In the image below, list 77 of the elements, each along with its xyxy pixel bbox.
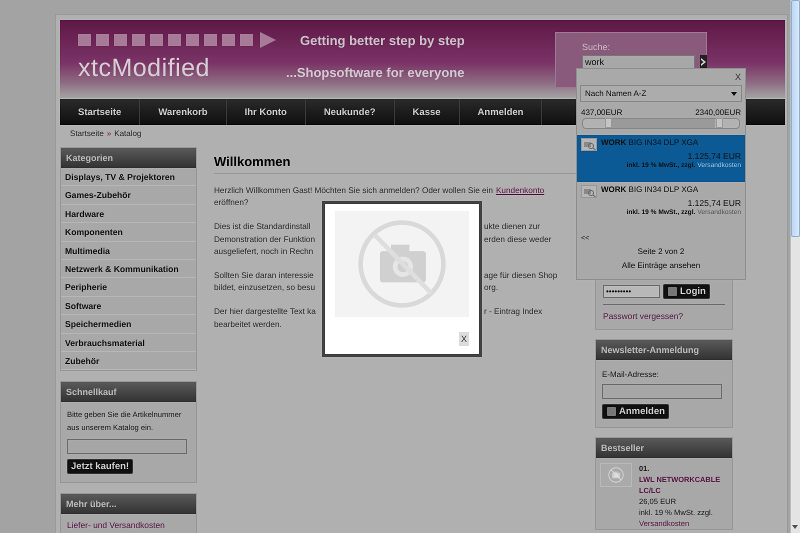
nav-link[interactable]: Warenkorb xyxy=(140,99,227,125)
category-link[interactable]: Peripherie xyxy=(61,278,196,297)
category-link[interactable]: Speichermedien xyxy=(61,315,196,334)
text-line: Demonstration der Funktion xyxy=(214,234,316,244)
steps-logo-icon xyxy=(78,32,278,48)
password-field[interactable]: ••••••••• xyxy=(603,285,660,298)
category-link[interactable]: Games-Zubehör xyxy=(61,186,196,205)
text-line: ausgeliefert, noch in Rechn xyxy=(214,247,314,256)
no-photo-icon xyxy=(608,467,624,483)
result-price: 1.125,74 EUR xyxy=(688,151,741,161)
nav-link[interactable]: Anmelden xyxy=(460,99,542,125)
text-line: Der hier dargestellte Text ka xyxy=(214,306,317,316)
result-name: WORK BIG IN34 DLP XGA xyxy=(601,185,700,194)
email-field[interactable] xyxy=(602,384,722,399)
nav-link[interactable]: Neukunde? xyxy=(306,99,395,125)
text-line: org. xyxy=(484,283,498,292)
max-price: 2340,00EUR xyxy=(695,108,741,117)
text-line: erden diese weder xyxy=(484,234,552,244)
category-link[interactable]: Komponenten xyxy=(61,223,196,242)
box-title: Newsletter-Anmeldung xyxy=(596,340,732,360)
result-name: WORK BIG IN34 DLP XGA xyxy=(601,138,700,147)
box-title: Kategorien xyxy=(61,148,196,168)
category-link[interactable]: Netzwerk & Kommunikation xyxy=(61,260,196,278)
info-link[interactable]: Liefer- und Versandkosten xyxy=(67,520,165,530)
category-link[interactable]: Verbrauchsmaterial xyxy=(61,334,196,352)
product-thumbnail-icon xyxy=(581,138,597,151)
text-line: Dies ist die Standardinstall xyxy=(214,222,312,231)
search-button[interactable] xyxy=(700,55,707,69)
text-line: r - Eintrag Index xyxy=(484,306,542,316)
product-thumbnail-icon xyxy=(581,185,597,198)
buy-button[interactable]: Jetzt kaufen! xyxy=(67,459,134,474)
text-line: bearbeitet werden. xyxy=(214,320,282,329)
category-link[interactable]: Displays, TV & Projektoren xyxy=(61,168,196,186)
subscribe-button[interactable]: Anmelden xyxy=(602,404,669,419)
text-line: bildet, einzusetzen, so besu xyxy=(214,283,316,292)
category-link[interactable]: Zubehör xyxy=(61,352,196,370)
result-price: 1.125,74 EUR xyxy=(688,198,741,208)
breadcrumb-link[interactable]: Startseite xyxy=(70,128,104,138)
min-price: 437,00EUR xyxy=(581,108,622,117)
account-link[interactable]: Kundenkonto xyxy=(496,186,544,195)
nav-link[interactable]: Kasse xyxy=(394,99,460,125)
slider-handle[interactable] xyxy=(716,118,723,128)
text-line: Sollten Sie daran interessie xyxy=(214,270,315,280)
box-title: Mehr über... xyxy=(61,494,196,514)
text-line: Herzlich Willkommen Gast! Möchten Sie sich anmelden? Oder wollen Sie ein xyxy=(214,186,493,195)
forgot-password-link[interactable]: Passwort vergessen? xyxy=(603,311,725,321)
slogan: ...Shopsoftware for everyone xyxy=(286,65,464,80)
login-button[interactable]: Login xyxy=(663,284,710,299)
close-button[interactable]: X xyxy=(734,69,745,82)
nav-link[interactable]: Startseite xyxy=(60,99,140,125)
category-link[interactable]: Hardware xyxy=(61,204,196,224)
show-all-link[interactable]: Alle Einträge ansehen xyxy=(622,261,700,270)
close-button[interactable]: X xyxy=(458,332,469,346)
search-field[interactable]: work xyxy=(582,55,695,69)
scroll-down-icon[interactable] xyxy=(791,523,799,531)
slider-handle[interactable] xyxy=(604,118,612,128)
article-number-field[interactable] xyxy=(67,439,187,454)
page-indicator: Seite 2 von 2 xyxy=(638,247,684,256)
arrow-right-icon xyxy=(700,58,707,66)
category-link[interactable]: Software xyxy=(61,296,196,316)
box-title: Bestseller xyxy=(596,438,732,458)
logo: xtcModified xyxy=(78,54,211,83)
box-title: Schnellkauf xyxy=(61,382,196,402)
breadcrumb-separator: » xyxy=(106,128,112,138)
tagline: Getting better step by step xyxy=(300,32,465,48)
email-label: E-Mail-Adresse: xyxy=(602,370,659,379)
text-line: age für diesen Shop xyxy=(484,270,558,280)
caret-icon xyxy=(731,92,737,96)
text-line: eröffnen? xyxy=(214,198,248,208)
no-photo-icon xyxy=(356,218,448,310)
scrollbar[interactable] xyxy=(790,0,800,533)
sort-dropdown[interactable]: Nach Namen A-Z xyxy=(580,85,742,102)
text-line: ukte dienen zur xyxy=(484,222,540,231)
search-label: Suche: xyxy=(582,42,612,52)
scrollbar-thumb[interactable] xyxy=(791,0,800,237)
nav-link[interactable]: Ihr Konto xyxy=(226,99,306,125)
category-link[interactable]: Multimedia xyxy=(61,242,196,260)
